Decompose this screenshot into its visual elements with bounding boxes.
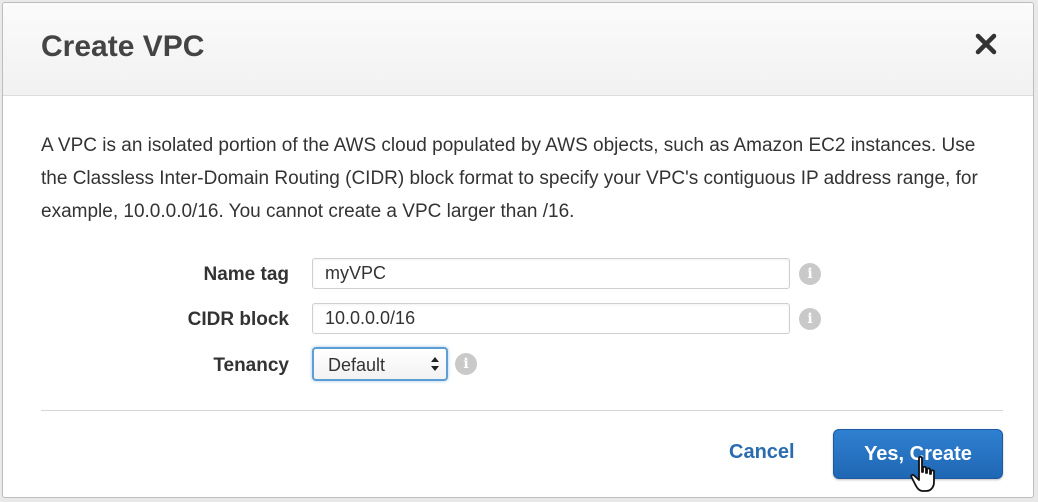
dialog-header: Create VPC [3,3,1033,96]
tenancy-row: Tenancy Default i [3,347,1033,381]
dialog-title: Create VPC [41,30,205,63]
cidr-block-row: CIDR block i [3,303,1033,335]
tenancy-select[interactable]: Default [312,347,448,381]
info-icon[interactable]: i [455,353,477,375]
cidr-block-label: CIDR block [187,309,289,330]
create-vpc-dialog: Create VPC A VPC is an isolated portion … [2,2,1034,498]
name-tag-row: Name tag i [3,258,1033,290]
dialog-description: A VPC is an isolated portion of the AWS … [41,135,978,222]
name-tag-label: Name tag [203,264,289,285]
footer-divider [41,410,1003,411]
info-icon[interactable]: i [799,308,821,330]
close-icon[interactable] [973,31,999,57]
hand-pointer-icon [910,455,935,492]
cancel-button[interactable]: Cancel [729,441,795,464]
tenancy-selected-value: Default [328,355,386,375]
tenancy-label: Tenancy [213,355,289,376]
cidr-block-input[interactable] [312,303,790,334]
select-arrows-icon [431,357,439,371]
info-icon[interactable]: i [799,263,821,285]
name-tag-input[interactable] [312,258,790,289]
